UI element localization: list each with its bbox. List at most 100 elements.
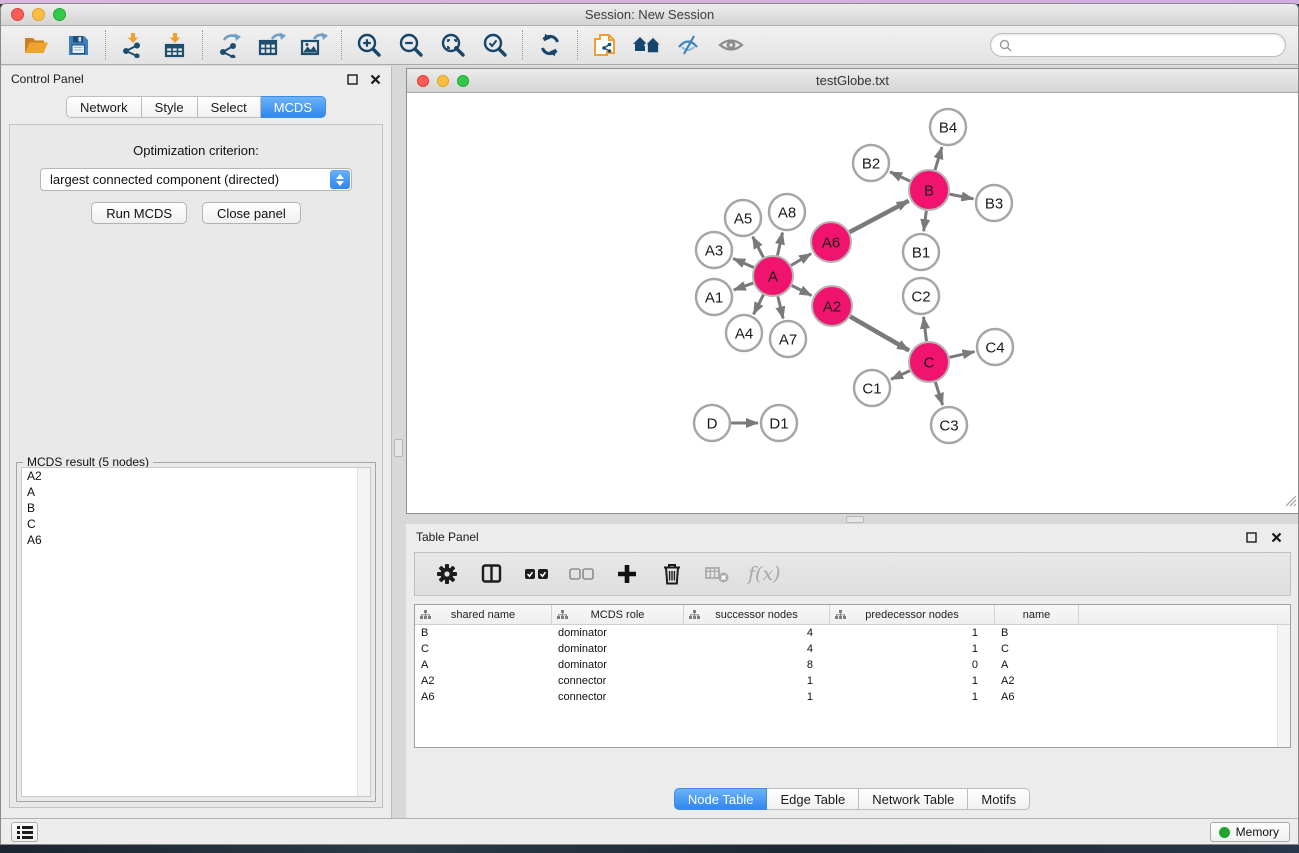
- graph-node-A2[interactable]: A2: [812, 286, 852, 326]
- graph-node-B2[interactable]: B2: [853, 145, 889, 181]
- graph-node-A4[interactable]: A4: [726, 315, 762, 351]
- table-cell[interactable]: A: [995, 659, 1079, 671]
- close-panel-icon[interactable]: [1271, 532, 1282, 543]
- table-row[interactable]: Bdominator41B: [415, 625, 1290, 641]
- graph-node-B1[interactable]: B1: [903, 234, 939, 270]
- table-options-gear-icon[interactable]: [433, 560, 461, 588]
- table-cell[interactable]: 1: [830, 675, 995, 687]
- table-cell[interactable]: 1: [830, 643, 995, 655]
- memory-button[interactable]: Memory: [1210, 822, 1290, 842]
- column-header-shared-name[interactable]: shared name: [415, 605, 552, 624]
- graph-edge-A-A5[interactable]: [753, 237, 764, 258]
- table-cell[interactable]: A6: [995, 691, 1079, 703]
- show-columns-icon[interactable]: [478, 560, 506, 588]
- network-close-button[interactable]: [417, 75, 429, 87]
- graph-node-A7[interactable]: A7: [770, 321, 806, 357]
- table-cell[interactable]: connector: [552, 675, 684, 687]
- table-cell[interactable]: dominator: [552, 659, 684, 671]
- graph-edge-B-B4[interactable]: [935, 147, 942, 170]
- zoom-window-button[interactable]: [53, 8, 66, 21]
- open-session-icon[interactable]: [21, 30, 51, 60]
- graph-edge-C-C4[interactable]: [949, 352, 974, 358]
- mcds-result-item[interactable]: A2: [22, 468, 370, 484]
- panel-splitter-vertical[interactable]: [392, 66, 406, 818]
- close-panel-icon[interactable]: [370, 74, 381, 85]
- float-panel-icon[interactable]: [1246, 532, 1257, 543]
- table-cell[interactable]: 0: [830, 659, 995, 671]
- graph-node-A[interactable]: A: [753, 256, 793, 296]
- select-all-columns-icon[interactable]: [523, 560, 551, 588]
- add-column-plus-icon[interactable]: [613, 560, 641, 588]
- refresh-layout-icon[interactable]: [535, 30, 565, 60]
- unselect-all-columns-icon[interactable]: [568, 560, 596, 588]
- network-minimize-button[interactable]: [437, 75, 449, 87]
- tab-mcds[interactable]: MCDS: [261, 96, 326, 118]
- table-cell[interactable]: dominator: [552, 627, 684, 639]
- table-cell[interactable]: B: [415, 627, 552, 639]
- tab-style[interactable]: Style: [142, 96, 198, 118]
- table-cell[interactable]: A2: [995, 675, 1079, 687]
- graph-edge-B-B2[interactable]: [890, 172, 910, 181]
- table-cell[interactable]: 4: [684, 643, 830, 655]
- delete-column-trash-icon[interactable]: [658, 560, 686, 588]
- table-cell[interactable]: 8: [684, 659, 830, 671]
- network-graph[interactable]: A5A8A3AA1A4A7A6A2B2BB4B3B1C2CC4C1C3DD1: [407, 93, 1296, 513]
- graph-node-A1[interactable]: A1: [696, 279, 732, 315]
- close-panel-button[interactable]: Close panel: [202, 202, 301, 224]
- tab-edge-table[interactable]: Edge Table: [767, 788, 859, 810]
- save-session-icon[interactable]: [63, 30, 93, 60]
- import-network-icon[interactable]: [118, 30, 148, 60]
- mcds-result-item[interactable]: A: [22, 484, 370, 500]
- table-cell[interactable]: 1: [830, 627, 995, 639]
- graph-node-C[interactable]: C: [909, 342, 949, 382]
- table-cell[interactable]: A2: [415, 675, 552, 687]
- optimization-criterion-dropdown[interactable]: largest connected component (directed): [40, 168, 352, 191]
- network-zoom-button[interactable]: [457, 75, 469, 87]
- graph-edge-C-C1[interactable]: [891, 371, 910, 380]
- tab-network[interactable]: Network: [66, 96, 142, 118]
- resize-grip-icon[interactable]: [1283, 493, 1297, 512]
- splitter-grip-icon[interactable]: [846, 516, 864, 523]
- graph-node-A5[interactable]: A5: [725, 200, 761, 236]
- close-window-button[interactable]: [11, 8, 24, 21]
- graph-node-B4[interactable]: B4: [930, 109, 966, 145]
- graph-node-A3[interactable]: A3: [696, 232, 732, 268]
- graph-node-C3[interactable]: C3: [931, 407, 967, 443]
- delete-table-icon[interactable]: [703, 560, 731, 588]
- zoom-selected-icon[interactable]: [480, 30, 510, 60]
- graph-edge-A-A3[interactable]: [733, 258, 754, 267]
- status-list-button[interactable]: [11, 822, 38, 842]
- graph-edge-A-A7[interactable]: [778, 296, 783, 318]
- graph-edge-A-A4[interactable]: [754, 295, 764, 315]
- column-header-successor-nodes[interactable]: successor nodes: [684, 605, 830, 624]
- search-input[interactable]: [1017, 38, 1267, 52]
- show-graphics-details-icon[interactable]: [716, 30, 746, 60]
- function-builder-icon[interactable]: f(x): [748, 563, 781, 585]
- graph-node-B[interactable]: B: [909, 170, 949, 210]
- graph-node-C2[interactable]: C2: [903, 278, 939, 314]
- graph-edge-A6-B[interactable]: [850, 201, 909, 232]
- graph-edge-A-A1[interactable]: [734, 283, 753, 290]
- tab-motifs[interactable]: Motifs: [968, 788, 1030, 810]
- search-field[interactable]: [990, 33, 1286, 57]
- graph-edge-B-B3[interactable]: [950, 194, 974, 199]
- graph-edge-A-A8[interactable]: [777, 233, 782, 256]
- export-table-icon[interactable]: [257, 30, 287, 60]
- export-network-icon[interactable]: [215, 30, 245, 60]
- mcds-result-scrollbar[interactable]: [357, 468, 370, 796]
- panel-splitter-horizontal[interactable]: [406, 514, 1299, 524]
- graph-edge-A-A2[interactable]: [792, 286, 812, 296]
- table-cell[interactable]: 1: [830, 691, 995, 703]
- network-canvas[interactable]: A5A8A3AA1A4A7A6A2B2BB4B3B1C2CC4C1C3DD1: [407, 93, 1298, 513]
- graph-node-A8[interactable]: A8: [769, 194, 805, 230]
- table-cell[interactable]: B: [995, 627, 1079, 639]
- table-cell[interactable]: dominator: [552, 643, 684, 655]
- mcds-result-item[interactable]: C: [22, 516, 370, 532]
- graph-node-C1[interactable]: C1: [854, 370, 890, 406]
- zoom-fit-icon[interactable]: [438, 30, 468, 60]
- tab-select[interactable]: Select: [198, 96, 261, 118]
- graph-edge-C-C2[interactable]: [924, 317, 927, 341]
- splitter-grip-icon[interactable]: [394, 439, 403, 457]
- tab-network-table[interactable]: Network Table: [859, 788, 968, 810]
- table-cell[interactable]: 1: [684, 691, 830, 703]
